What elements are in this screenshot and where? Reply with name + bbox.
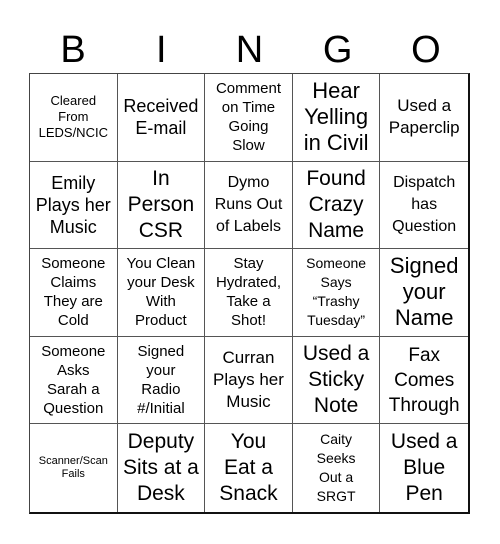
cell-text: Used a Paperclip xyxy=(388,96,460,138)
cell-text: Signed your Radio #/Initial xyxy=(137,343,185,418)
bingo-cell[interactable]: Hear Yelling in Civil xyxy=(292,74,381,162)
cell-text: Comment on Time Going Slow xyxy=(215,80,281,155)
cell-text: In Person CSR xyxy=(127,166,195,242)
bingo-cell[interactable]: Signed your Radio #/Initial xyxy=(117,336,206,425)
header-letter-n: N xyxy=(235,29,264,71)
bingo-cell[interactable]: Emily Plays her Music xyxy=(30,161,118,250)
cell-text: Received E-mail xyxy=(123,96,199,139)
cell-text: Caity Seeks Out a SRGT xyxy=(316,431,356,505)
cell-text: Curran Plays her Music xyxy=(213,348,284,412)
cell-text: Someone Asks Sarah a Question xyxy=(41,343,106,418)
cell-text: Scanner/Scan Fails xyxy=(38,455,108,481)
header-letter-g: G xyxy=(322,29,353,71)
cell-text: Hear Yelling in Civil xyxy=(303,78,369,156)
cell-text: Signed your Name xyxy=(389,253,459,331)
cell-text: Deputy Sits at a Desk xyxy=(122,430,199,506)
cell-text: Stay Hydrated, Take a Shot! xyxy=(215,255,281,330)
bingo-cell[interactable]: Fax Comes Through xyxy=(380,337,468,425)
bingo-header: B I N G O xyxy=(29,27,470,73)
bingo-cell[interactable]: Comment on Time Going Slow xyxy=(205,74,293,162)
header-letter-o: O xyxy=(411,29,441,71)
bingo-cell[interactable]: Curran Plays her Music xyxy=(205,336,293,425)
bingo-cell[interactable]: Cleared From LEDS/NCIC xyxy=(30,74,118,162)
bingo-cell[interactable]: Used a Blue Pen xyxy=(380,424,468,512)
bingo-cell[interactable]: Caity Seeks Out a SRGT xyxy=(293,424,381,512)
cell-text: Used a Blue Pen xyxy=(390,430,458,506)
cell-text: Found Crazy Name xyxy=(306,166,366,242)
bingo-cell[interactable]: You Clean your Desk With Product xyxy=(117,249,206,337)
bingo-cell[interactable]: Stay Hydrated, Take a Shot! xyxy=(205,249,293,337)
bingo-cell[interactable]: Someone Asks Sarah a Question xyxy=(30,336,118,425)
cell-text: Used a Sticky Note xyxy=(302,342,370,418)
bingo-cell[interactable]: Dispatch has Question xyxy=(380,162,468,250)
header-letter-b: B xyxy=(60,29,86,71)
cell-text: Fax Comes Through xyxy=(388,344,460,416)
bingo-cell[interactable]: Someone Claims They are Cold xyxy=(30,249,118,337)
bingo-cell[interactable]: Found Crazy Name xyxy=(292,161,381,250)
bingo-cell[interactable]: Received E-mail xyxy=(117,74,206,162)
cell-text: You Eat a Snack xyxy=(219,430,278,506)
bingo-cell[interactable]: In Person CSR xyxy=(117,161,206,250)
cell-text: Cleared From LEDS/NCIC xyxy=(38,93,108,141)
bingo-cell[interactable]: You Eat a Snack xyxy=(205,424,293,512)
bingo-cell[interactable]: Dymo Runs Out of Labels xyxy=(205,161,293,250)
bingo-cell[interactable]: Scanner/Scan Fails xyxy=(30,424,118,512)
cell-text: Someone Says “Trashy Tuesday” xyxy=(306,255,367,329)
bingo-cell[interactable]: Deputy Sits at a Desk xyxy=(118,424,206,512)
cell-text: Dymo Runs Out of Labels xyxy=(214,173,283,235)
bingo-cell[interactable]: Used a Paperclip xyxy=(380,74,468,162)
cell-text: Someone Claims They are Cold xyxy=(41,255,106,330)
cell-text: Emily Plays her Music xyxy=(35,172,111,237)
cell-text: Dispatch has Question xyxy=(392,173,457,235)
bingo-cell[interactable]: Used a Sticky Note xyxy=(292,336,381,425)
bingo-cell[interactable]: Someone Says “Trashy Tuesday” xyxy=(292,249,381,337)
cell-text: You Clean your Desk With Product xyxy=(126,255,196,330)
bingo-board: Cleared From LEDS/NCIC Received E-mail C… xyxy=(29,73,470,514)
bingo-cell[interactable]: Signed your Name xyxy=(380,249,468,337)
header-letter-i: I xyxy=(156,29,167,71)
